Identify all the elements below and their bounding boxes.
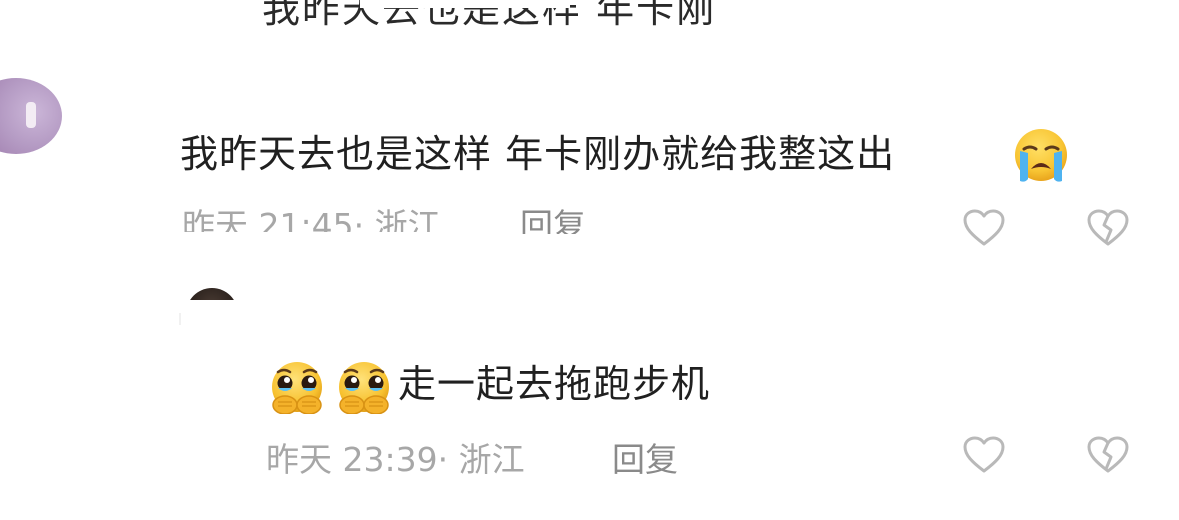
comment-timestamp-location: 昨天 23:39· 浙江 — [266, 440, 525, 479]
broken-heart-icon[interactable] — [1086, 435, 1130, 475]
broken-heart-icon[interactable] — [1086, 208, 1130, 248]
avatar[interactable] — [176, 270, 256, 300]
reply-button[interactable]: 回复 — [612, 440, 678, 480]
heart-outline-icon[interactable] — [962, 208, 1006, 248]
loudly-crying-face-icon — [1012, 127, 1070, 185]
avatar-image — [186, 288, 238, 300]
comment-text: 走一起去拖跑步机 — [398, 362, 711, 406]
pleading-face-hands-icon — [266, 360, 328, 414]
meta-row-clip — [182, 232, 482, 252]
previous-comment-mask — [360, 0, 570, 8]
divider — [179, 313, 181, 325]
avatar[interactable] — [0, 78, 62, 154]
comment-text: 我昨天去也是这样 年卡刚办就给我整这出 — [180, 132, 896, 176]
reply-row-clip — [520, 234, 610, 254]
pleading-face-hands-icon — [333, 360, 395, 414]
heart-outline-icon[interactable] — [962, 435, 1006, 475]
